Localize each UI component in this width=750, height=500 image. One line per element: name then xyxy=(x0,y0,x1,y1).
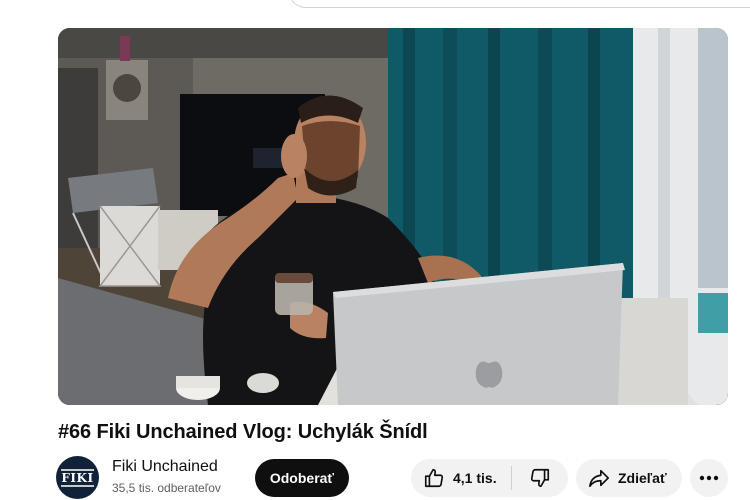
video-player[interactable] xyxy=(58,28,728,405)
channel-name[interactable]: Fiki Unchained xyxy=(112,458,218,476)
video-frame xyxy=(58,28,728,405)
thumbs-down-icon xyxy=(529,467,551,489)
share-arrow-icon xyxy=(588,467,610,489)
dislike-button[interactable] xyxy=(512,459,568,497)
search-bar-edge[interactable] xyxy=(288,0,750,8)
share-button[interactable]: Zdieľať xyxy=(576,459,682,497)
avatar-logo-text: FIKI xyxy=(61,468,94,487)
thumbs-up-icon xyxy=(423,467,445,489)
channel-avatar[interactable]: FIKI xyxy=(56,456,99,499)
video-title: #66 Fiki Unchained Vlog: Uchylák Šnídl xyxy=(58,421,428,443)
more-horizontal-icon xyxy=(699,475,719,481)
subscriber-count: 35,5 tis. odberateľov xyxy=(112,481,221,495)
like-count: 4,1 tis. xyxy=(453,470,497,486)
share-label: Zdieľať xyxy=(618,470,667,486)
like-dislike-group: 4,1 tis. xyxy=(411,459,568,497)
more-actions-button[interactable] xyxy=(690,459,728,497)
subscribe-button[interactable]: Odoberať xyxy=(255,459,349,497)
like-button[interactable]: 4,1 tis. xyxy=(411,459,511,497)
